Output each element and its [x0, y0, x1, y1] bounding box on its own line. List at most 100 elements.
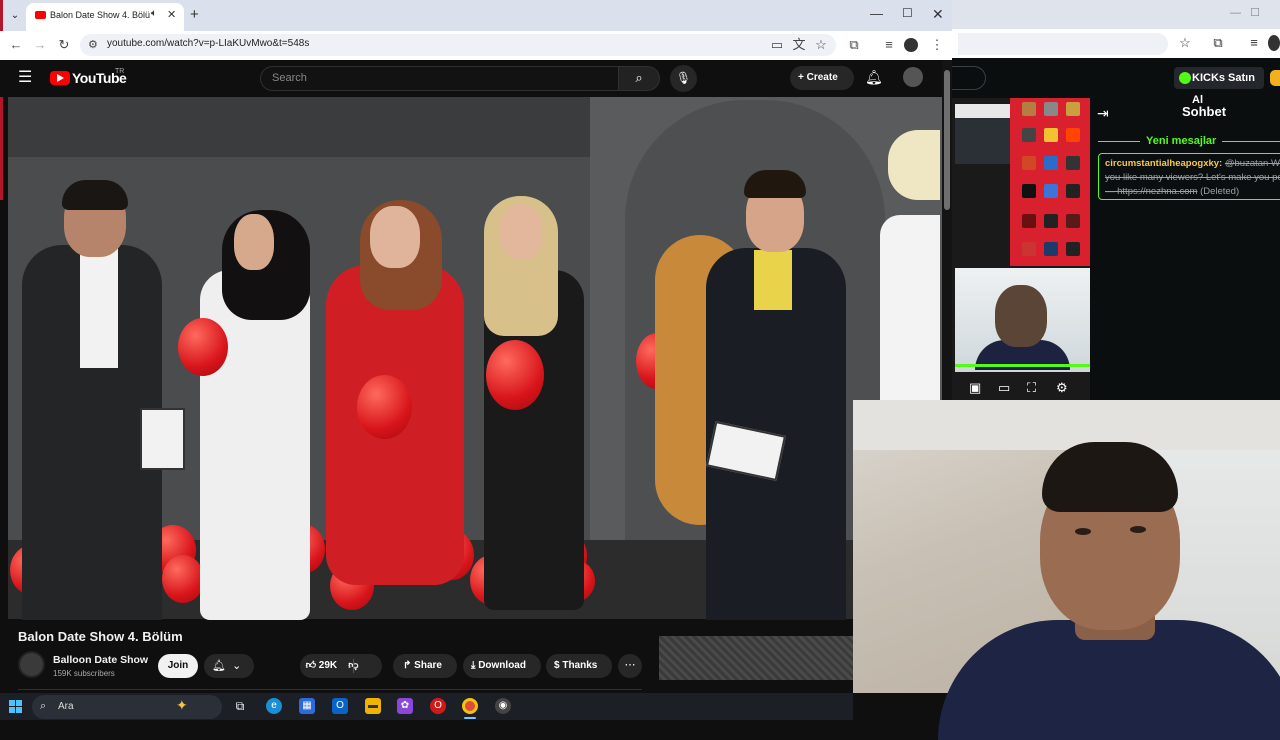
- translate-icon[interactable]: 文: [790, 36, 808, 54]
- search-icon: ⌕: [40, 700, 47, 712]
- opera-browser-icon[interactable]: O: [430, 698, 446, 714]
- stream-progress-bar: [955, 364, 1090, 367]
- bookmark-star-icon[interactable]: ☆: [812, 36, 830, 54]
- task-view-icon[interactable]: ⧉: [232, 698, 248, 714]
- back-arrow-icon[interactable]: ←: [7, 36, 25, 54]
- maximize-icon[interactable]: ☐: [902, 6, 913, 20]
- theater-mode-icon[interactable]: ▭: [998, 380, 1010, 396]
- kick-search-field[interactable]: [952, 66, 986, 90]
- chat-username[interactable]: circumstantialheapogxky:: [1105, 158, 1222, 169]
- bell-icon: 🔔︎: [212, 660, 226, 672]
- reload-icon[interactable]: ↻: [55, 36, 73, 54]
- hamburger-menu-icon[interactable]: ☰: [18, 67, 32, 87]
- webcam-eye: [1075, 528, 1091, 535]
- new-messages-label: Yeni mesajlar: [1140, 135, 1223, 147]
- reading-list-icon[interactable]: ≡: [1245, 34, 1263, 52]
- profile-avatar-icon[interactable]: [1268, 35, 1280, 51]
- thanks-button[interactable]: $ Thanks: [546, 654, 612, 678]
- fullscreen-icon[interactable]: ⛶: [1027, 380, 1036, 396]
- url-text[interactable]: youtube.com/watch?v=p-LIaKUvMwo&t=548s: [107, 38, 309, 49]
- thanks-icon: $: [554, 660, 560, 671]
- held-balloon: [357, 375, 412, 439]
- kick-balance-icon[interactable]: [1270, 70, 1280, 86]
- new-tab-icon[interactable]: +: [190, 6, 199, 23]
- chat-message-text-1: @buzatan Would: [1224, 158, 1280, 169]
- obs-studio-icon[interactable]: ◉: [495, 698, 511, 714]
- webcam-eye: [1130, 526, 1146, 533]
- woman-head: [370, 206, 420, 268]
- hair-blond: [888, 130, 940, 200]
- tab-audio-icon[interactable]: 🔈︎: [151, 8, 157, 19]
- chat-title: Sohbet: [1181, 104, 1227, 119]
- hair: [744, 170, 806, 198]
- balloon: [162, 555, 204, 603]
- microsoft-store-icon[interactable]: ▦: [299, 698, 315, 714]
- share-button[interactable]: ↱ Share: [393, 654, 457, 678]
- close-window-icon[interactable]: ✕: [932, 6, 944, 23]
- webcam-background-ceiling: [853, 400, 1280, 450]
- create-button[interactable]: + Create: [790, 66, 854, 90]
- background-address-bar[interactable]: [958, 33, 1168, 55]
- scrollbar-thumb[interactable]: [944, 70, 950, 210]
- background-window-controls[interactable]: — ☐: [1230, 6, 1280, 20]
- yellow-shirt: [754, 250, 792, 310]
- like-count: 29K: [318, 660, 338, 671]
- channel-name[interactable]: Balloon Date Show: [53, 654, 148, 666]
- webcam-person-hair: [1042, 442, 1178, 512]
- voice-search-mic-icon[interactable]: 🎙︎: [670, 65, 697, 92]
- edge-browser-icon[interactable]: e: [266, 698, 282, 714]
- taskbar-search[interactable]: Ara: [32, 695, 222, 719]
- profile-avatar-icon[interactable]: [904, 38, 918, 52]
- chat-message: circumstantialheapogxky: @buzatan Would …: [1098, 153, 1280, 200]
- media-controls-icon[interactable]: ≡: [880, 36, 898, 54]
- share-arrow-icon: ↱: [403, 660, 412, 671]
- copilot-icon[interactable]: ✿: [397, 698, 413, 714]
- region-code: TR: [115, 68, 125, 75]
- stream-webcam-face: [995, 285, 1047, 347]
- like-divider: [353, 659, 354, 673]
- thumbs-up-icon: 👍︎: [305, 660, 317, 671]
- chat-message-text-2: you like many viewers? Let's make you po…: [1105, 172, 1280, 183]
- person-white-shirt: [880, 215, 940, 400]
- subscriber-count: 159K subscribers: [53, 669, 115, 678]
- create-label: Create: [806, 72, 838, 83]
- minimize-icon[interactable]: —: [870, 6, 883, 21]
- chat-deleted-label: (Deleted): [1200, 186, 1240, 197]
- account-avatar[interactable]: [903, 67, 923, 87]
- tab-close-icon[interactable]: ✕: [167, 8, 176, 21]
- notifications-bell-icon[interactable]: 🔔︎: [865, 69, 883, 86]
- chrome-browser-icon[interactable]: [462, 698, 478, 714]
- tab-search-chevron-icon[interactable]: ⌄: [6, 7, 24, 25]
- outlook-icon[interactable]: O: [332, 698, 348, 714]
- site-info-icon[interactable]: ⚙: [88, 38, 98, 51]
- share-label: Share: [414, 660, 442, 671]
- shirt: [80, 248, 118, 368]
- file-explorer-icon[interactable]: ▬: [365, 698, 381, 714]
- forward-arrow-icon[interactable]: →: [31, 36, 49, 54]
- download-button[interactable]: ⤓ Download: [463, 654, 541, 678]
- thanks-label: Thanks: [562, 660, 598, 671]
- notification-bell-dropdown[interactable]: 🔔︎ ⌄: [204, 654, 254, 678]
- window-edge-accent: [0, 0, 3, 200]
- like-button[interactable]: 👍︎ 29K 👎︎: [300, 654, 382, 678]
- windows-start-icon[interactable]: [9, 700, 22, 713]
- youtube-logo-play-icon: [57, 74, 64, 82]
- extensions-icon[interactable]: ⧉: [845, 36, 863, 54]
- clip-icon[interactable]: ▣: [969, 380, 981, 396]
- bookmark-star-icon[interactable]: ☆: [1176, 34, 1194, 52]
- search-input[interactable]: Search: [260, 66, 620, 91]
- search-button-icon[interactable]: ⌕: [618, 66, 660, 91]
- sidebar-ad-thumbnail[interactable]: [659, 636, 854, 680]
- video-title: Balon Date Show 4. Bölüm: [18, 629, 183, 644]
- join-button[interactable]: Join: [158, 654, 198, 678]
- active-app-indicator: [464, 717, 476, 719]
- chrome-menu-icon[interactable]: ⋮: [928, 36, 946, 54]
- cast-icon[interactable]: ▭: [768, 36, 786, 54]
- extensions-icon[interactable]: ⧉: [1209, 34, 1227, 52]
- settings-gear-icon[interactable]: ⚙: [1056, 380, 1068, 396]
- youtube-favicon-icon: [35, 11, 46, 19]
- more-actions-icon[interactable]: ⋯: [618, 654, 642, 678]
- channel-avatar[interactable]: [18, 651, 45, 678]
- kick-player-controls: ▣ ▭ ⛶ ⚙: [955, 378, 1090, 400]
- search-highlight-icon: ✦: [176, 697, 188, 713]
